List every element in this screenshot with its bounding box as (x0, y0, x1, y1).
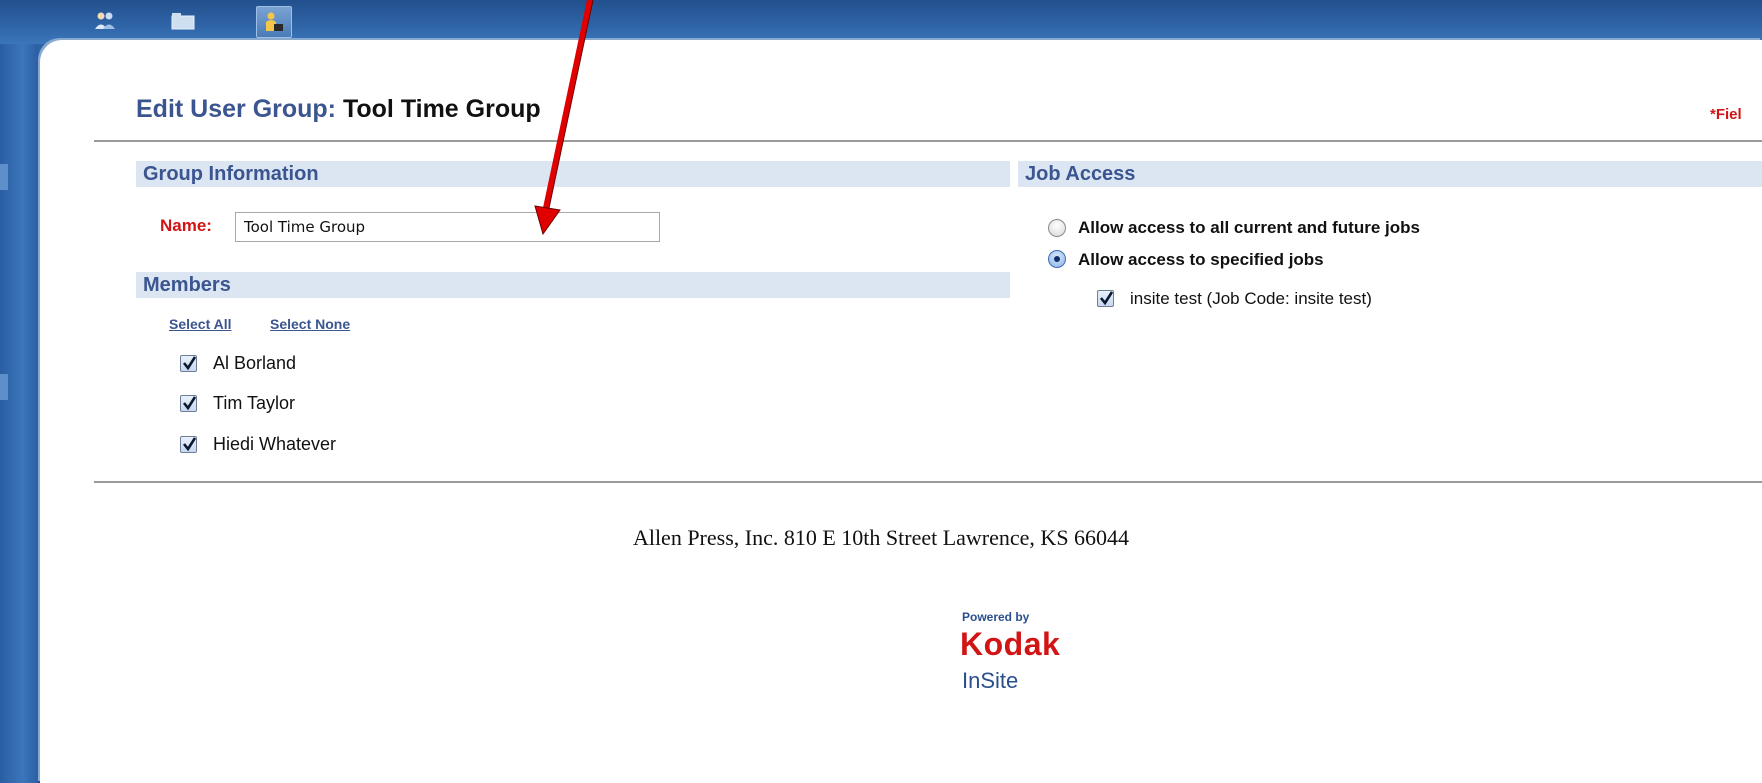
member-label: Hiedi Whatever (213, 434, 337, 454)
group-information-heading: Group Information (136, 161, 1010, 187)
page-title-label: Edit User Group: (136, 95, 337, 123)
member-checkbox-al-borland[interactable] (180, 355, 197, 372)
name-label: Name: (160, 216, 212, 235)
check-icon (182, 356, 196, 371)
radio-specified-jobs[interactable] (1048, 250, 1066, 268)
required-fields-note: *Fiel (1710, 106, 1742, 123)
powered-by-label: Powered by (962, 610, 1030, 624)
footer-divider (94, 481, 1762, 483)
group-name-input[interactable] (235, 212, 660, 242)
radio-specified-jobs-label: Allow access to specified jobs (1078, 250, 1324, 269)
folder-icon[interactable] (166, 6, 200, 36)
job-label: insite test (Job Code: insite test) (1130, 289, 1372, 308)
select-all-link[interactable]: Select All (169, 316, 232, 332)
rail-notch (0, 374, 8, 400)
kodak-logo: Kodak (960, 626, 1061, 662)
job-checkbox-insite-test[interactable] (1097, 290, 1114, 307)
users-icon[interactable] (88, 6, 122, 36)
rail-notch (0, 164, 8, 190)
member-label: Al Borland (213, 353, 297, 373)
left-rail (0, 44, 38, 783)
top-toolbar (0, 0, 1762, 44)
page-title: Edit User Group: Tool Time Group (136, 95, 541, 124)
radio-all-jobs[interactable] (1048, 219, 1066, 237)
member-checkbox-tim-taylor[interactable] (180, 395, 197, 412)
job-access-heading: Job Access (1018, 161, 1762, 187)
member-checkbox-hiedi-whatever[interactable] (180, 436, 197, 453)
member-label: Tim Taylor (213, 393, 296, 413)
check-icon (1099, 291, 1113, 306)
header-divider (94, 140, 1762, 142)
radio-all-jobs-label: Allow access to all current and future j… (1078, 218, 1420, 237)
content-panel (40, 40, 1762, 783)
check-icon (182, 396, 196, 411)
footer-address: Allen Press, Inc. 810 E 10th Street Lawr… (632, 525, 1130, 550)
insite-logo-text: InSite (962, 668, 1019, 693)
page-title-value: Tool Time Group (342, 95, 541, 123)
user-groups-icon[interactable] (256, 6, 292, 38)
members-heading: Members (136, 272, 1010, 298)
check-icon (182, 437, 196, 452)
select-none-link[interactable]: Select None (270, 316, 350, 332)
